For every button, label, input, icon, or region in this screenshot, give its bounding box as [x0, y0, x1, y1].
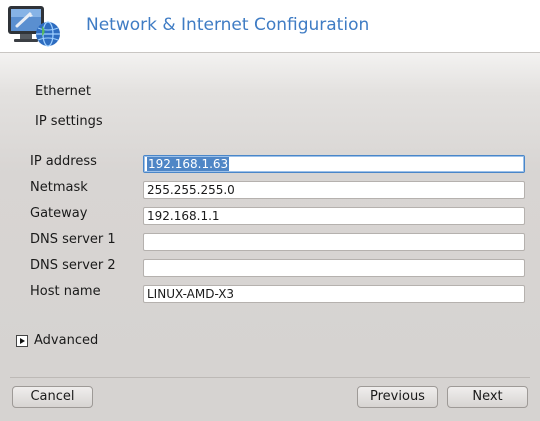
- netmask-label: Netmask: [30, 180, 88, 195]
- gateway-label: Gateway: [30, 206, 88, 221]
- expand-arrow-icon[interactable]: [16, 335, 28, 347]
- section-ip-settings: IP settings: [35, 114, 103, 129]
- ip-address-label: IP address: [30, 154, 97, 169]
- host-name-field[interactable]: LINUX-AMD-X3: [143, 285, 525, 303]
- advanced-label: Advanced: [34, 333, 99, 348]
- previous-button[interactable]: Previous: [357, 386, 438, 408]
- dns-server-2-field[interactable]: [143, 259, 525, 277]
- dns-server-2-label: DNS server 2: [30, 258, 116, 273]
- header-bar: Network & Internet Configuration: [0, 0, 540, 53]
- footer-separator: [10, 377, 530, 378]
- gateway-value: 192.168.1.1: [147, 209, 220, 223]
- gateway-field[interactable]: 192.168.1.1: [143, 207, 525, 225]
- network-monitor-globe-icon: [6, 2, 64, 50]
- netmask-value: 255.255.255.0: [147, 183, 235, 197]
- netmask-field[interactable]: 255.255.255.0: [143, 181, 525, 199]
- ip-address-value: 192.168.1.63: [147, 157, 230, 171]
- host-name-value: LINUX-AMD-X3: [147, 287, 235, 301]
- next-button[interactable]: Next: [447, 386, 528, 408]
- cancel-button[interactable]: Cancel: [12, 386, 93, 408]
- dns-server-1-field[interactable]: [143, 233, 525, 251]
- ip-address-field[interactable]: 192.168.1.63: [143, 155, 525, 173]
- section-ethernet: Ethernet: [35, 84, 91, 99]
- page-title: Network & Internet Configuration: [86, 15, 370, 35]
- host-name-label: Host name: [30, 284, 101, 299]
- dns-server-1-label: DNS server 1: [30, 232, 116, 247]
